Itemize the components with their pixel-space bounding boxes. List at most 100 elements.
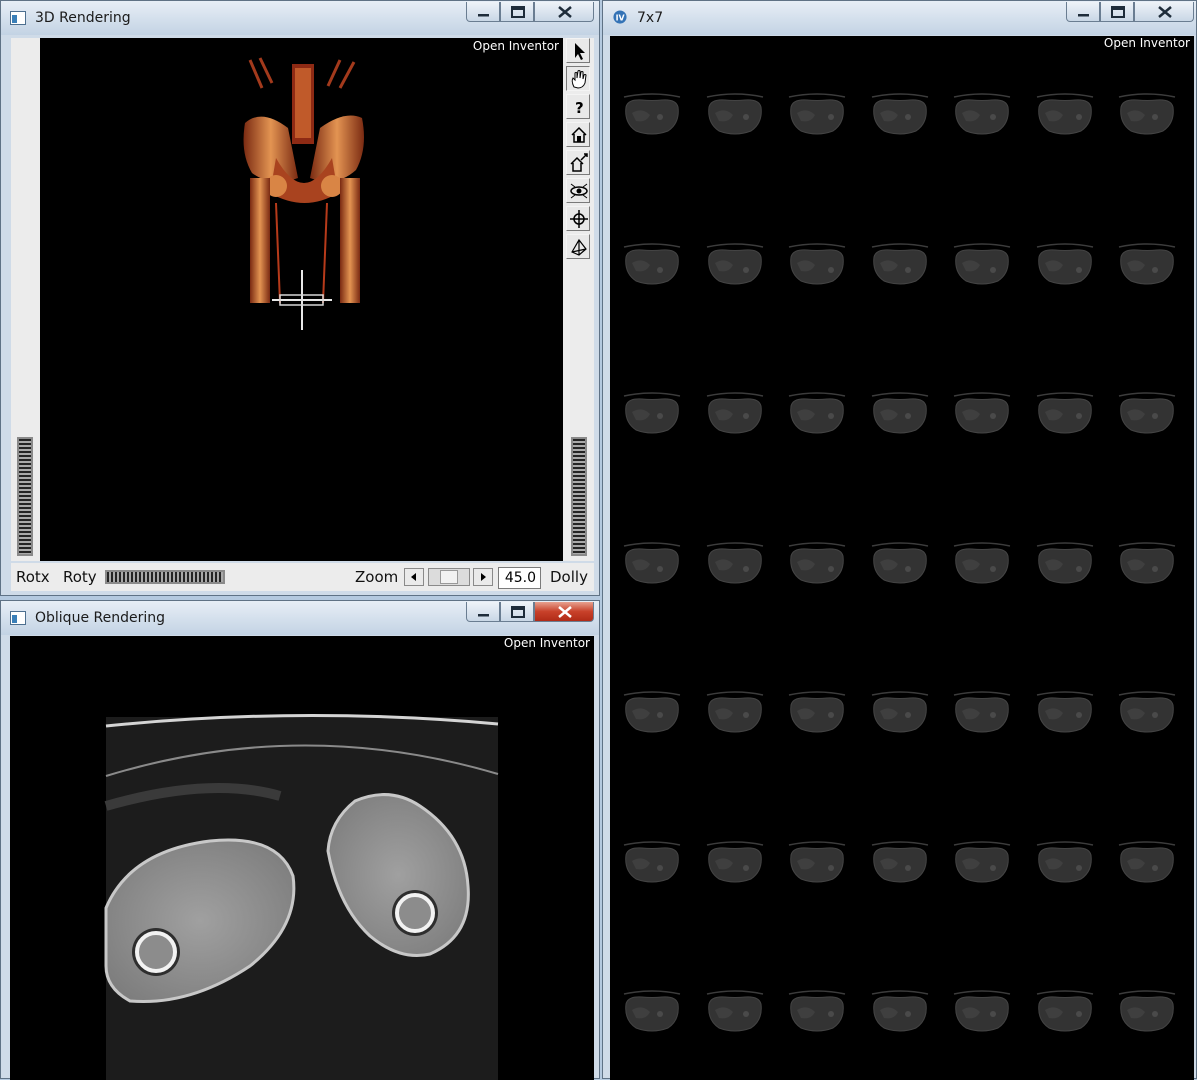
- slice-thumbnail: [788, 990, 846, 1032]
- slice-grid: [610, 36, 1194, 1080]
- slice-thumbnail: [1036, 242, 1093, 284]
- slice-thumbnail: [623, 242, 681, 284]
- slice-thumbnail: [871, 392, 928, 434]
- home-button[interactable]: [566, 122, 590, 147]
- title-bar[interactable]: Oblique Rendering: [1, 601, 599, 635]
- slice-thumbnail: [953, 541, 1011, 583]
- zoom-label: Zoom: [355, 568, 399, 586]
- slice-thumbnail: [788, 392, 846, 434]
- maximize-icon: [511, 6, 525, 18]
- window-app-icon: [10, 11, 26, 25]
- question-icon: ?: [575, 99, 584, 117]
- projection-button[interactable]: [566, 234, 590, 259]
- slice-thumbnail: [706, 990, 763, 1032]
- volume-rendering-pelvis: [243, 57, 364, 330]
- maximize-button[interactable]: [1100, 2, 1134, 22]
- slice-thumbnail: [788, 541, 846, 583]
- maximize-icon: [511, 606, 525, 618]
- slice-thumbnail: [1036, 840, 1093, 882]
- viewport-oblique[interactable]: Open Inventor: [10, 636, 594, 1080]
- window-title: 7x7: [637, 10, 664, 26]
- slice-thumbnail: [1118, 242, 1176, 284]
- zoom-slider[interactable]: [428, 568, 470, 586]
- window-oblique-rendering[interactable]: Oblique Rendering Open Inventor: [0, 600, 600, 1080]
- svg-text:IV: IV: [616, 14, 626, 23]
- minimize-button[interactable]: [1066, 2, 1100, 22]
- window-app-icon: [10, 611, 26, 625]
- slice-thumbnail: [871, 541, 928, 583]
- maximize-icon: [1111, 6, 1125, 18]
- close-icon: [558, 6, 572, 18]
- window-title: 3D Rendering: [35, 10, 131, 26]
- window-7x7[interactable]: IV 7x7 Open Inventor: [602, 0, 1197, 1080]
- perspective-icon: [571, 238, 587, 256]
- slice-thumbnail: [1036, 691, 1093, 733]
- slice-thumbnail: [706, 541, 763, 583]
- slice-thumbnail: [1036, 392, 1093, 434]
- slice-thumbnail: [1118, 93, 1176, 135]
- close-button[interactable]: [1134, 2, 1194, 22]
- set-home-icon: [570, 153, 588, 172]
- volumeviz-app-icon: IV: [613, 10, 627, 24]
- ct-slice-thighs: [104, 713, 499, 1080]
- slice-thumbnail: [706, 392, 763, 434]
- hand-icon: [571, 70, 587, 89]
- roty-label: Roty: [63, 568, 97, 586]
- slice-thumbnail: [623, 93, 681, 135]
- title-bar[interactable]: 3D Rendering: [1, 1, 599, 35]
- view-all-button[interactable]: [566, 178, 590, 203]
- zoom-decrease-button[interactable]: [404, 568, 424, 586]
- select-mode-button[interactable]: [566, 38, 590, 63]
- seek-button[interactable]: [566, 206, 590, 231]
- help-button[interactable]: ?: [566, 94, 590, 119]
- slice-thumbnail: [788, 93, 846, 135]
- slice-thumbnail: [953, 840, 1011, 882]
- slice-thumbnail: [623, 990, 681, 1032]
- slice-thumbnail: [623, 392, 681, 434]
- slice-thumbnail: [1118, 990, 1176, 1032]
- window-title: Oblique Rendering: [35, 610, 165, 626]
- view-mode-button[interactable]: [566, 66, 590, 91]
- slice-thumbnail: [788, 840, 846, 882]
- dolly-label: Dolly: [550, 568, 588, 586]
- arrow-left-icon: [411, 573, 416, 581]
- minimize-icon: [478, 14, 489, 17]
- slice-thumbnail: [1118, 541, 1176, 583]
- set-home-button[interactable]: [566, 150, 590, 175]
- rotx-label: Rotx: [16, 568, 50, 586]
- dolly-thumbwheel[interactable]: [571, 437, 587, 556]
- slice-thumbnail: [871, 93, 928, 135]
- zoom-slider-thumb[interactable]: [440, 570, 458, 584]
- zoom-increase-button[interactable]: [473, 568, 493, 586]
- slice-thumbnail: [706, 840, 763, 882]
- maximize-button[interactable]: [500, 2, 534, 22]
- slice-thumbnail: [623, 541, 681, 583]
- window-3d-rendering[interactable]: 3D Rendering Open Inventor ? Rotx Roty Z…: [0, 0, 600, 596]
- rotx-thumbwheel[interactable]: [17, 437, 33, 556]
- close-button[interactable]: [534, 602, 594, 622]
- minimize-icon: [1078, 14, 1089, 17]
- slice-thumbnail: [871, 691, 928, 733]
- slice-thumbnail: [871, 242, 928, 284]
- slice-thumbnail: [1118, 691, 1176, 733]
- maximize-button[interactable]: [500, 602, 534, 622]
- slice-thumbnail: [953, 691, 1011, 733]
- viewport-7x7[interactable]: Open Inventor: [610, 36, 1194, 1080]
- close-button[interactable]: [534, 2, 594, 22]
- slice-thumbnail: [788, 691, 846, 733]
- slice-thumbnail: [1036, 990, 1093, 1032]
- title-bar[interactable]: IV 7x7: [603, 1, 1196, 35]
- slice-thumbnail: [1036, 541, 1093, 583]
- slice-thumbnail: [706, 691, 763, 733]
- slice-thumbnail: [953, 392, 1011, 434]
- viewport-3d[interactable]: Open Inventor: [40, 38, 563, 561]
- slice-thumbnail: [871, 840, 928, 882]
- slice-thumbnail: [953, 242, 1011, 284]
- pointer-arrow-icon: [575, 43, 585, 60]
- minimize-button[interactable]: [466, 2, 500, 22]
- zoom-value-field[interactable]: 45.0: [498, 567, 541, 589]
- slice-thumbnail: [953, 990, 1011, 1032]
- viewer-bottom-bar: Rotx Roty Zoom 45.0 Dolly: [11, 563, 594, 591]
- roty-thumbwheel[interactable]: [105, 570, 225, 584]
- minimize-button[interactable]: [466, 602, 500, 622]
